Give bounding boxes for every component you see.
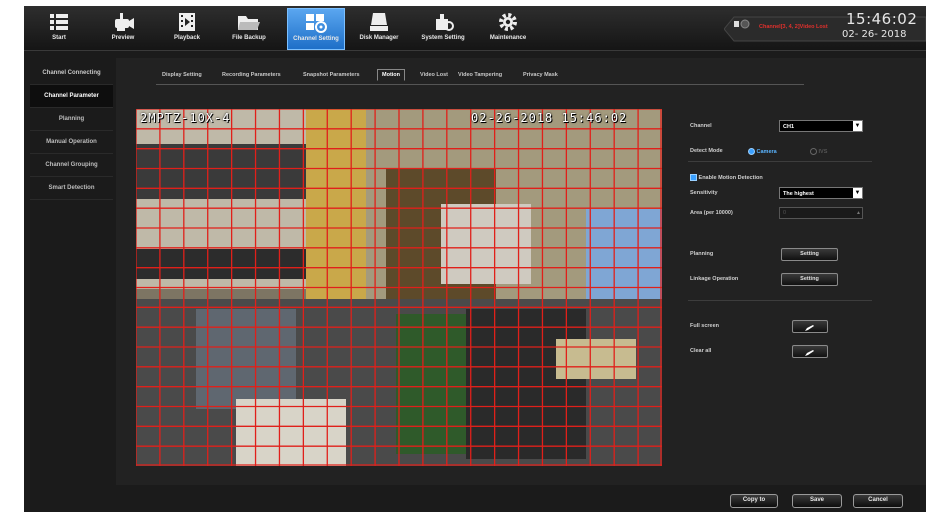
channel-select[interactable]: CH1 ▼: [779, 120, 863, 132]
nav-disk-manager[interactable]: Disk Manager: [354, 8, 404, 48]
video-lost-status: Channel[3, 4, 2]Video Lost: [759, 24, 828, 30]
cancel-button[interactable]: Cancel: [853, 494, 903, 508]
area-input[interactable]: 0 ▲: [779, 207, 863, 219]
channel-setting-icon: [306, 14, 327, 33]
checkbox-icon: [690, 174, 697, 181]
pencil-icon: [805, 325, 814, 331]
folder-icon: [238, 16, 260, 30]
nav-disk-manager-label: Disk Manager: [359, 35, 399, 41]
osd-camera-name: 2MPTZ-10X-4: [140, 111, 231, 125]
tab-video-lost[interactable]: Video Lost: [420, 72, 448, 78]
nav-start[interactable]: Start: [42, 8, 76, 48]
save-button[interactable]: Save: [792, 494, 842, 508]
dvr-app: Start Preview Playback File Backup Chann…: [24, 6, 926, 512]
alarm-icon: [734, 19, 750, 29]
divider: [688, 161, 872, 162]
area-label: Area (per 10000): [690, 210, 733, 216]
nav-channel-setting-label: Channel Setting: [293, 36, 339, 42]
sensitivity-label: Sensitivity: [690, 190, 718, 196]
divider: [688, 300, 872, 301]
nav-maintenance-label: Maintenance: [489, 35, 527, 41]
nav-preview-label: Preview: [111, 35, 135, 41]
menu-icon: [50, 14, 68, 30]
nav-start-label: Start: [52, 35, 66, 41]
fullscreen-button[interactable]: [792, 320, 828, 333]
eraser-icon: [805, 350, 814, 356]
enable-motion-label: Enable Motion Detection: [698, 174, 763, 181]
area-input-value: 0: [783, 210, 787, 216]
tab-display-setting[interactable]: Display Setting: [162, 72, 202, 78]
radio-camera-icon: [748, 148, 755, 155]
tab-video-tampering[interactable]: Video Tampering: [458, 72, 502, 78]
detect-mode-label: Detect Mode: [690, 148, 723, 154]
disk-icon: [370, 13, 388, 31]
tab-bar: Display Setting Recording Parameters Sna…: [156, 69, 804, 85]
clock-time: 15:46:02: [846, 10, 918, 28]
planning-label: Planning: [690, 251, 714, 257]
detect-mode-ivs[interactable]: IVS: [810, 148, 827, 155]
sidebar-item-manual-operation[interactable]: Manual Operation: [30, 131, 113, 154]
tab-recording-parameters[interactable]: Recording Parameters: [222, 72, 281, 78]
sidebar-item-planning[interactable]: Planning: [30, 108, 113, 131]
top-nav-bar: Start Preview Playback File Backup Chann…: [24, 6, 926, 51]
nav-preview[interactable]: Preview: [106, 8, 140, 48]
detect-camera-label: Camera: [756, 148, 777, 155]
nav-file-backup-label: File Backup: [232, 35, 266, 41]
sidebar-item-channel-connecting[interactable]: Channel Connecting: [30, 62, 113, 85]
tab-snapshot-parameters[interactable]: Snapshot Parameters: [303, 72, 360, 78]
fullscreen-label: Full screen: [690, 323, 720, 329]
planning-setting-button[interactable]: Setting: [781, 248, 838, 261]
camera-icon: [115, 13, 134, 31]
nav-channel-setting[interactable]: Channel Setting: [287, 8, 345, 50]
clock-date: 02- 26- 2018: [842, 29, 907, 40]
film-icon: [179, 13, 195, 31]
osd-timestamp: 02-26-2018 15:46:02: [471, 111, 628, 125]
linkage-label: Linkage Operation: [690, 276, 739, 282]
sensitivity-select-value: The highest: [783, 191, 814, 197]
clear-all-button[interactable]: [792, 345, 828, 358]
nav-maintenance[interactable]: Maintenance: [486, 8, 530, 48]
tab-privacy-mask[interactable]: Privacy Mask: [523, 72, 558, 78]
clearall-label: Clear all: [690, 348, 712, 354]
nav-system-setting[interactable]: System Setting: [418, 8, 468, 48]
tab-motion[interactable]: Motion: [377, 69, 406, 81]
chevron-down-icon: ▼: [853, 121, 862, 131]
detect-mode-camera[interactable]: Camera: [748, 148, 777, 155]
chevron-down-icon: ▼: [853, 188, 862, 198]
spinner-icon: ▲: [856, 210, 861, 216]
detect-ivs-label: IVS: [818, 148, 828, 155]
linkage-setting-button[interactable]: Setting: [781, 273, 838, 286]
channel-select-value: CH1: [783, 124, 795, 130]
sidebar: Channel Connecting Channel Parameter Pla…: [30, 62, 113, 200]
nav-file-backup[interactable]: File Backup: [228, 8, 270, 48]
gear-icon: [499, 13, 517, 31]
sidebar-item-smart-detection[interactable]: Smart Detection: [30, 177, 113, 200]
radio-ivs-icon: [810, 148, 817, 155]
video-preview[interactable]: 2MPTZ-10X-4 02-26-2018 15:46:02: [136, 109, 662, 466]
channel-label: Channel: [690, 123, 712, 129]
sensitivity-select[interactable]: The highest ▼: [779, 187, 863, 199]
nav-playback-label: Playback: [173, 35, 201, 41]
nav-system-setting-label: System Setting: [421, 35, 465, 41]
enable-motion-checkbox[interactable]: Enable Motion Detection: [690, 174, 763, 181]
sidebar-item-channel-parameter[interactable]: Channel Parameter: [30, 85, 113, 108]
motion-detection-grid[interactable]: [136, 109, 662, 466]
system-setting-icon: [436, 14, 454, 31]
copy-to-button[interactable]: Copy to: [730, 494, 778, 508]
sidebar-item-channel-grouping[interactable]: Channel Grouping: [30, 154, 113, 177]
nav-playback[interactable]: Playback: [170, 8, 204, 48]
